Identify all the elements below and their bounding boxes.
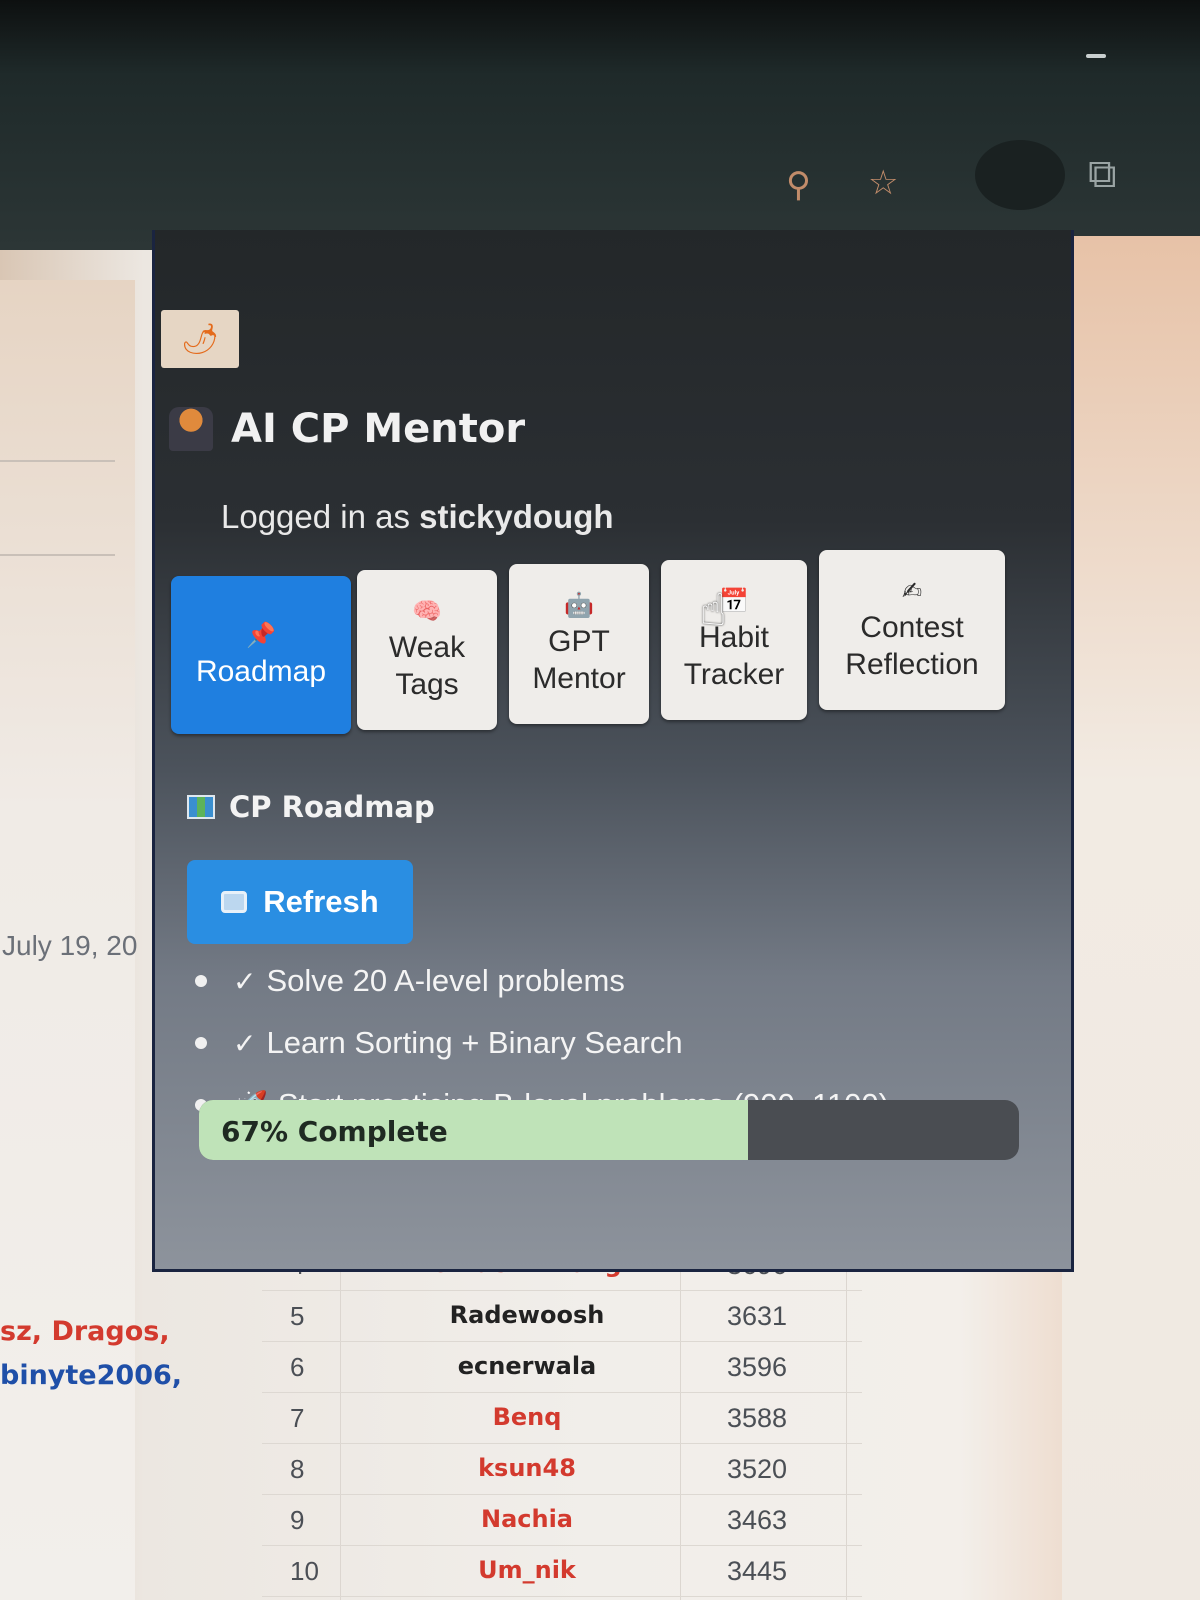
checkmark-icon: ✓ [233, 1026, 257, 1060]
tab-habit-tracker[interactable]: 📅 Habit Tracker [661, 560, 807, 720]
rating-value: 3596 [727, 1352, 788, 1382]
tab-label: GPT Mentor [532, 625, 626, 695]
user-link[interactable]: binyte2006, [0, 1360, 182, 1391]
tab-weak-tags[interactable]: 🧠 Weak Tags [357, 570, 497, 730]
zoom-icon[interactable]: ⚲ [786, 168, 811, 202]
writing-hand-icon: ✍ [901, 577, 923, 605]
tab-contest-reflection[interactable]: ✍ Contest Reflection [819, 550, 1005, 710]
tab-gpt-mentor[interactable]: 🤖 GPT Mentor [509, 564, 649, 724]
rating-value: 3463 [727, 1505, 788, 1535]
right-panel [1062, 236, 1200, 1600]
refresh-button[interactable]: Refresh [187, 860, 413, 944]
pushpin-icon: 📌 [246, 620, 276, 649]
section-title: CP Roadmap [229, 790, 435, 824]
browser-toolbar: ⚲ ☆ ⧉ [0, 0, 1200, 250]
popup-title: AI CP Mentor [231, 406, 526, 452]
brain-icon: 🧠 [412, 597, 442, 625]
extension-logo: 🌶 [161, 310, 239, 368]
tab-label: Contest Reflection [845, 611, 979, 681]
refresh-icon [221, 891, 248, 913]
section-heading: CP Roadmap [187, 790, 435, 824]
table-row: 10 Um_nik 3445 [262, 1546, 862, 1597]
rank-number: 5 [290, 1301, 305, 1331]
rank-number: 7 [290, 1403, 305, 1433]
tab-label: Weak Tags [388, 631, 466, 701]
pointer-hand-icon: ☝ [700, 585, 727, 636]
extension-popup: 🌶 AI CP Mentor Logged in as stickydough … [152, 230, 1074, 1272]
list-item: ✓ Learn Sorting + Binary Search [195, 1012, 889, 1074]
chili-icon: 🌶 [180, 322, 220, 356]
rank-number: 6 [290, 1352, 305, 1382]
user-handle-link[interactable]: Radewoosh [412, 1301, 642, 1329]
list-item: ✓ Solve 20 A-level problems [195, 950, 889, 1012]
rank-number: 8 [290, 1454, 305, 1484]
popup-header: AI CP Mentor [169, 406, 525, 452]
rating-table: 4orzdevinwang36965Radewoosh36316ecnerwal… [262, 1240, 862, 1597]
tab-label: Habit Tracker [683, 621, 785, 691]
map-icon [187, 795, 215, 819]
login-status: Logged in as stickydough [221, 498, 614, 536]
task-text: Solve 20 A-level problems [266, 963, 625, 998]
login-prefix: Logged in as [221, 498, 420, 535]
table-row: 5 Radewoosh 3631 [262, 1291, 862, 1342]
table-row: 9 Nachia 3463 [262, 1495, 862, 1546]
user-handle-link[interactable]: Benq [412, 1403, 642, 1431]
user-handle-link[interactable]: Nachia [412, 1505, 642, 1533]
user-handle-link[interactable]: ecnerwala [412, 1352, 642, 1380]
post-date: July 19, 20 [2, 930, 138, 961]
rating-value: 3631 [727, 1301, 788, 1331]
task-text: Learn Sorting + Binary Search [266, 1025, 683, 1060]
profile-avatar[interactable] [975, 140, 1065, 210]
bullet [195, 975, 207, 987]
refresh-label: Refresh [263, 884, 379, 919]
user-handle-link[interactable]: Um_nik [412, 1556, 642, 1584]
user-handle-link[interactable]: ksun48 [412, 1454, 642, 1482]
rating-value: 3588 [727, 1403, 788, 1433]
table-row: 7 Benq 3588 [262, 1393, 862, 1444]
username: stickydough [419, 498, 614, 535]
extensions-icon[interactable]: ⧉ [1088, 154, 1117, 194]
progress-label: 67% Complete [221, 1115, 448, 1148]
checkmark-icon: ✓ [233, 964, 257, 998]
tab-roadmap[interactable]: 📌 Roadmap [171, 576, 351, 734]
rating-value: 3520 [727, 1454, 788, 1484]
bullet [195, 1037, 207, 1049]
rating-value: 3445 [727, 1556, 788, 1586]
table-row: 6 ecnerwala 3596 [262, 1342, 862, 1393]
tab-label: Roadmap [195, 654, 327, 688]
robot-icon: 🤖 [564, 591, 594, 619]
user-link[interactable]: sz, Dragos, [0, 1316, 170, 1347]
mentor-icon [169, 407, 213, 451]
rank-number: 10 [290, 1556, 319, 1586]
divider [0, 554, 115, 556]
window-control-mark [1086, 54, 1106, 58]
rank-number: 9 [290, 1505, 305, 1535]
table-row: 8 ksun48 3520 [262, 1444, 862, 1495]
divider [0, 460, 115, 462]
progress-bar: 67% Complete [199, 1100, 1019, 1160]
bookmark-star-icon[interactable]: ☆ [868, 166, 898, 200]
